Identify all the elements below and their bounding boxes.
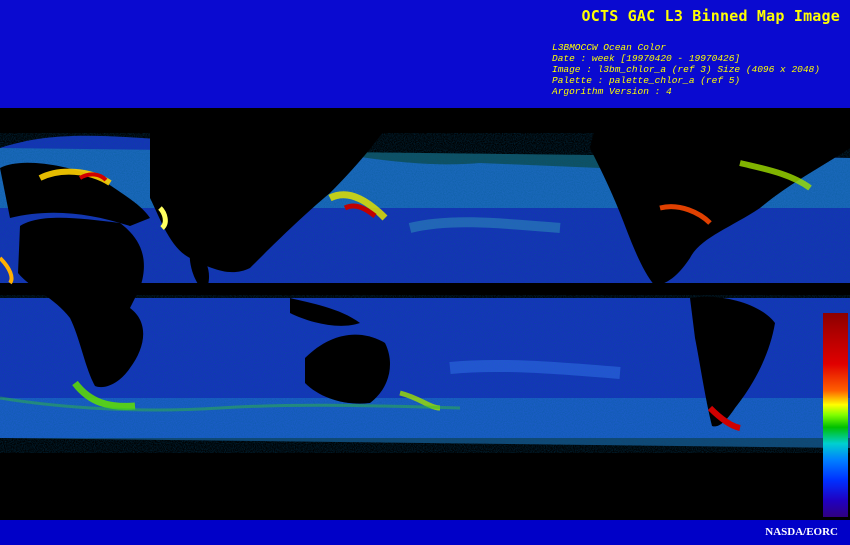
meta-line-product: L3BMOCCW Ocean Color [552, 42, 667, 53]
header-bar: OCTS GAC L3 Binned Map Image L3BMOCCW Oc… [0, 0, 850, 108]
color-scale-bar [823, 313, 848, 517]
world-map-graphic [0, 108, 850, 520]
page-title: OCTS GAC L3 Binned Map Image [581, 7, 840, 25]
chlorophyll-map [0, 108, 850, 520]
credit-label: NASDA/EORC [765, 526, 838, 538]
meta-line-algorithm: Argorithm Version : 4 [552, 86, 672, 97]
metadata-block: L3BMOCCW Ocean Color Date : week [199704… [552, 42, 820, 97]
meta-line-palette: Palette : palette_chlor_a (ref 5) [552, 75, 741, 86]
meta-line-image: Image : l3bm_chlor_a (ref 3) Size (4096 … [552, 64, 820, 75]
meta-line-date: Date : week [19970420 - 19970426] [552, 53, 741, 64]
footer-bar: NASDA/EORC [0, 520, 850, 545]
